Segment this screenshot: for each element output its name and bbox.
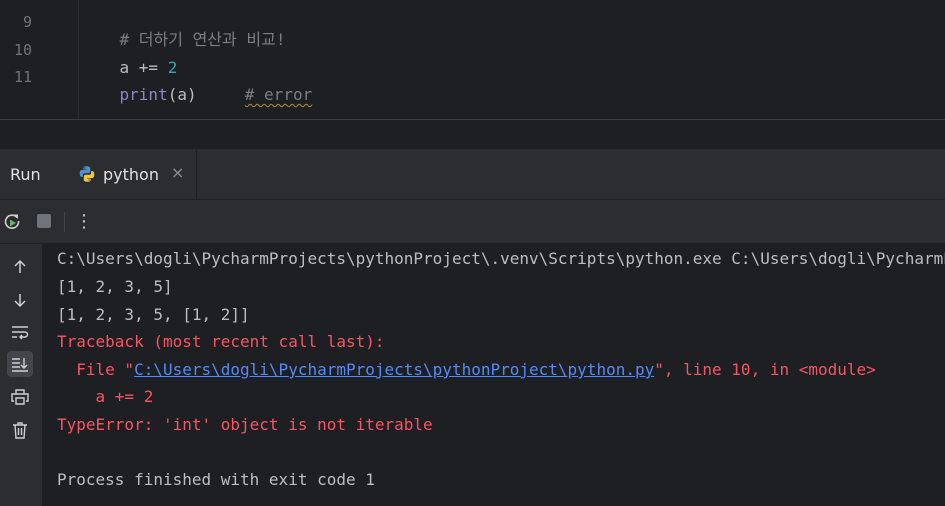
line-number: 9 xyxy=(22,13,32,31)
more-vertical-icon[interactable]: ⋮ xyxy=(73,210,95,232)
run-tool-window-header: Run python × xyxy=(0,149,945,200)
stop-button[interactable] xyxy=(33,210,55,232)
traceback-file-link[interactable]: C:\Users\dogli\PycharmProjects\pythonPro… xyxy=(134,360,654,379)
python-icon xyxy=(78,165,96,187)
line-number: 11 xyxy=(13,68,32,86)
stop-icon xyxy=(37,214,51,228)
traceback-file-line: File "C:\Users\dogli\PycharmProjects\pyt… xyxy=(57,360,876,380)
traceback-file-suffix: ", line 10, in <module> xyxy=(654,360,876,379)
run-toolbar: ⋮ xyxy=(0,200,945,244)
scroll-to-end-icon[interactable] xyxy=(7,351,33,377)
line-number: 10 xyxy=(13,41,32,59)
trash-icon[interactable] xyxy=(7,417,33,443)
arrow-up-icon[interactable] xyxy=(7,254,33,280)
console-side-toolbar xyxy=(0,244,43,506)
console-output[interactable]: C:\Users\dogli\PycharmProjects\pythonPro… xyxy=(43,244,945,506)
arrow-down-icon[interactable] xyxy=(7,287,33,313)
error-message: TypeError: 'int' object is not iterable xyxy=(57,415,433,434)
code-spacer xyxy=(197,85,245,104)
line-number-gutter: 9 10 11 xyxy=(0,0,79,119)
soft-wrap-icon[interactable] xyxy=(7,319,33,345)
editor-bottom-area xyxy=(0,119,945,150)
tab-label: python xyxy=(103,165,159,184)
code-text: (a) xyxy=(167,85,197,104)
rerun-icon xyxy=(4,214,20,229)
traceback-code-line: a += 2 xyxy=(57,387,154,406)
code-comment-warning: # error xyxy=(244,85,313,104)
rerun-button[interactable] xyxy=(1,210,23,232)
console-command-line: C:\Users\dogli\PycharmProjects\pythonPro… xyxy=(57,249,945,268)
tab-python[interactable]: python × xyxy=(66,149,197,199)
console-output-line: [1, 2, 3, 5, [1, 2]] xyxy=(57,305,250,324)
code-editor[interactable]: 9 10 11 # 더하기 연산과 비교! a += 2 print(a) # … xyxy=(0,0,945,119)
close-icon[interactable]: × xyxy=(171,163,184,182)
code-line[interactable]: print(a) # error xyxy=(81,68,313,122)
console-output-line: [1, 2, 3, 5] xyxy=(57,277,173,296)
toolbar-separator xyxy=(64,212,65,232)
code-builtin: print xyxy=(119,85,168,104)
traceback-file-prefix: File " xyxy=(57,360,135,379)
process-finished-message: Process finished with exit code 1 xyxy=(57,470,375,489)
print-icon[interactable] xyxy=(7,384,33,410)
traceback-header: Traceback (most recent call last): xyxy=(57,332,385,351)
run-panel-title: Run xyxy=(10,165,41,184)
